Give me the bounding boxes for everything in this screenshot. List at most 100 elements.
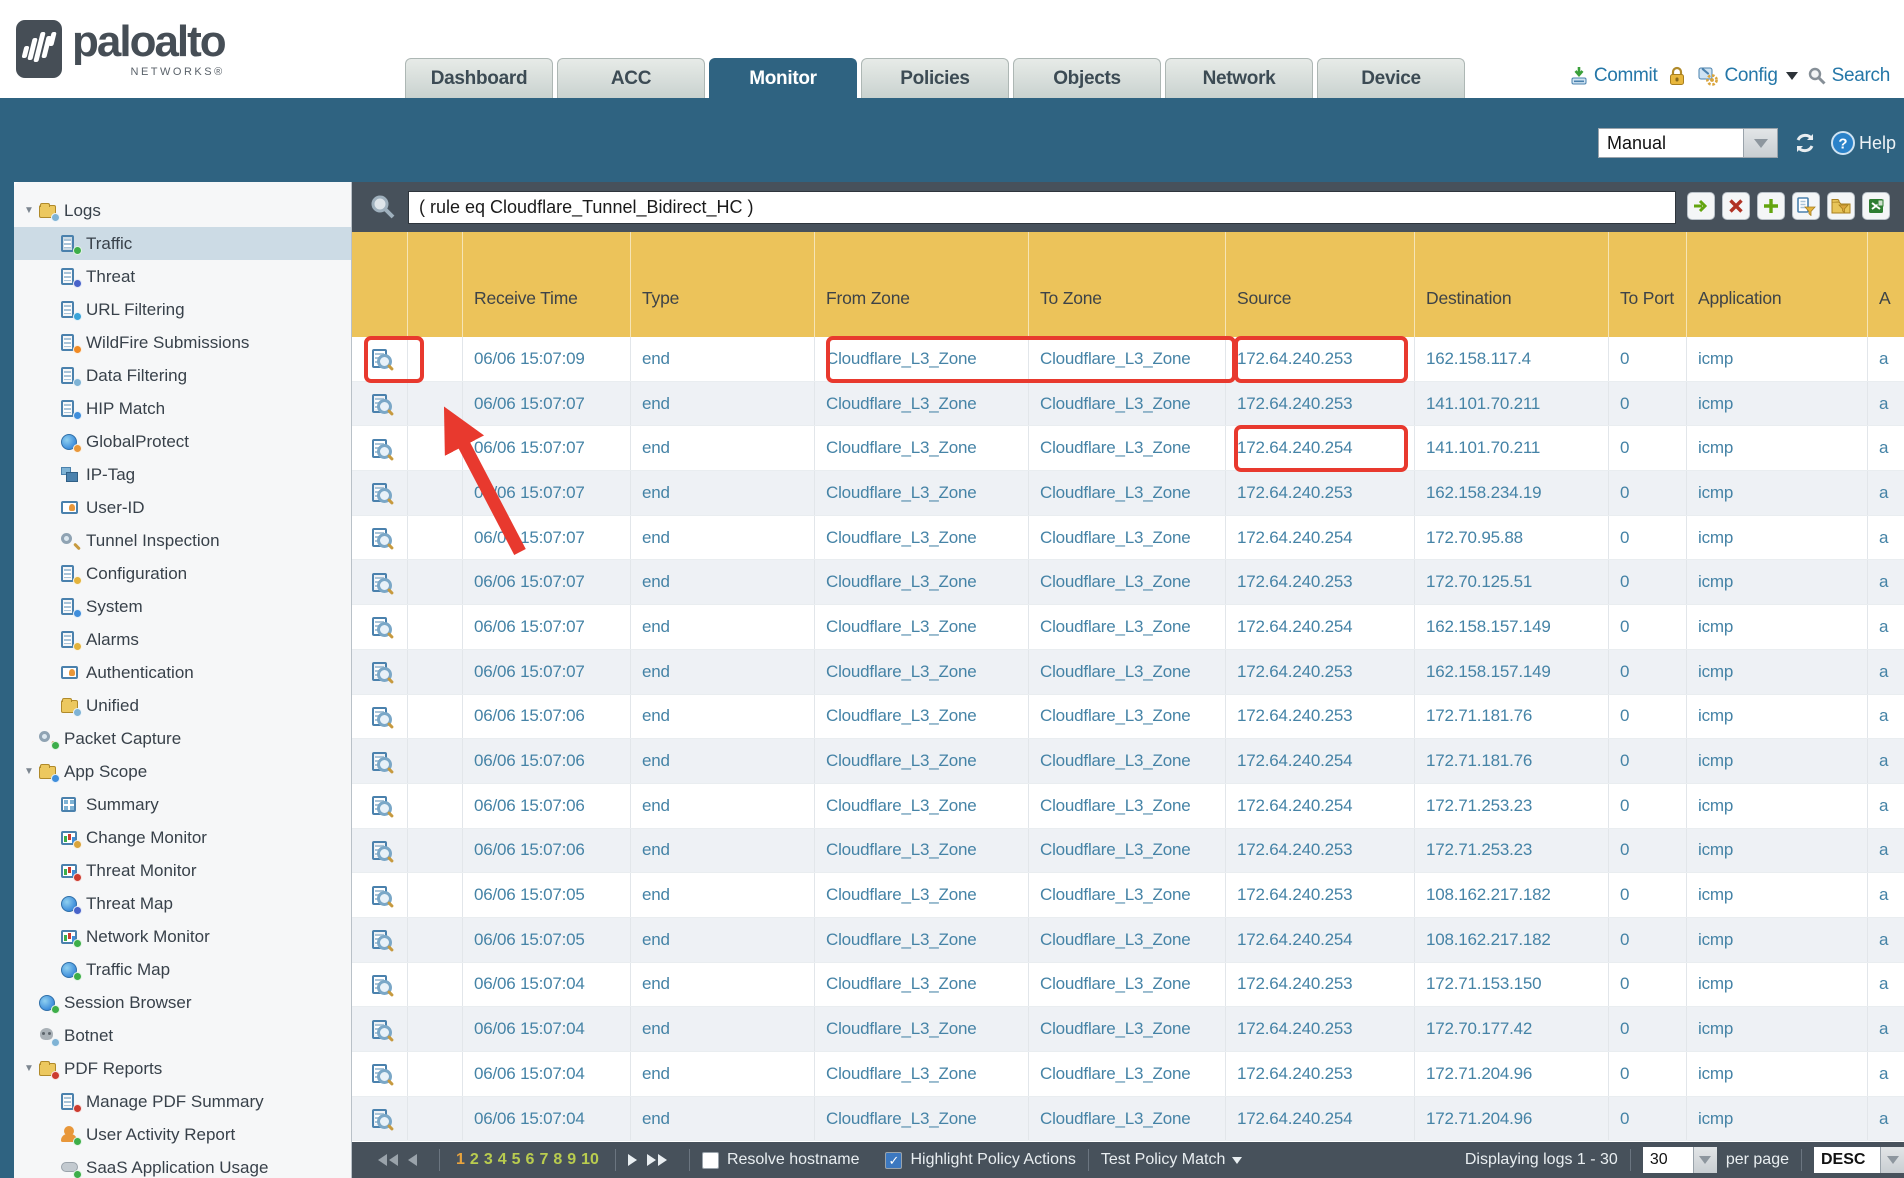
sort-order-select[interactable]: DESC [1814, 1147, 1880, 1173]
sidebar-item-packet-capture[interactable]: Packet Capture [14, 722, 351, 755]
cell-action[interactable]: a [1868, 516, 1904, 560]
cell-type[interactable]: end [631, 873, 815, 917]
cell-receive_time[interactable]: 06/06 15:07:05 [463, 873, 631, 917]
cell-receive_time[interactable]: 06/06 15:07:07 [463, 650, 631, 694]
log-detail-magnifier-icon[interactable] [372, 707, 387, 726]
cell-to_port[interactable]: 0 [1609, 1097, 1687, 1141]
cell-to_port[interactable]: 0 [1609, 829, 1687, 873]
page-1[interactable]: 1 [456, 1151, 465, 1169]
cell-destination[interactable]: 172.71.181.76 [1415, 739, 1609, 783]
cell-action[interactable]: a [1868, 650, 1904, 694]
cell-from_zone[interactable]: Cloudflare_L3_Zone [815, 560, 1029, 604]
cell-receive_time[interactable]: 06/06 15:07:06 [463, 829, 631, 873]
cell-from_zone[interactable]: Cloudflare_L3_Zone [815, 695, 1029, 739]
cell-to_zone[interactable]: Cloudflare_L3_Zone [1029, 337, 1226, 381]
log-detail-magnifier-icon[interactable] [372, 752, 387, 771]
cell-source[interactable]: 172.64.240.253 [1226, 695, 1415, 739]
cell-from_zone[interactable]: Cloudflare_L3_Zone [815, 605, 1029, 649]
search-button[interactable]: Search [1807, 65, 1890, 87]
cell-source[interactable]: 172.64.240.253 [1226, 1052, 1415, 1096]
cell-action[interactable]: a [1868, 963, 1904, 1007]
cell-type[interactable]: end [631, 337, 815, 381]
cell-to_port[interactable]: 0 [1609, 516, 1687, 560]
log-detail-magnifier-icon[interactable] [372, 1020, 387, 1039]
cell-application[interactable]: icmp [1687, 650, 1868, 694]
cell-destination[interactable]: 108.162.217.182 [1415, 873, 1609, 917]
sidebar-item-pdf-reports[interactable]: ▼PDF Reports [14, 1052, 351, 1085]
cell-from_zone[interactable]: Cloudflare_L3_Zone [815, 1052, 1029, 1096]
cell-to_zone[interactable]: Cloudflare_L3_Zone [1029, 516, 1226, 560]
tab-monitor[interactable]: Monitor [709, 58, 857, 98]
cell-type[interactable]: end [631, 382, 815, 426]
cell-receive_time[interactable]: 06/06 15:07:07 [463, 605, 631, 649]
cell-type[interactable]: end [631, 739, 815, 783]
tree-expand-icon[interactable]: ▼ [20, 766, 38, 777]
cell-from_zone[interactable]: Cloudflare_L3_Zone [815, 337, 1029, 381]
cell-to_port[interactable]: 0 [1609, 918, 1687, 962]
tree-expand-icon[interactable]: ▼ [20, 1063, 38, 1074]
cell-destination[interactable]: 172.71.181.76 [1415, 695, 1609, 739]
log-detail-magnifier-icon[interactable] [372, 617, 387, 636]
sidebar-item-logs[interactable]: ▼Logs [14, 194, 351, 227]
cell-receive_time[interactable]: 06/06 15:07:04 [463, 963, 631, 1007]
cell-receive_time[interactable]: 06/06 15:07:06 [463, 695, 631, 739]
cell-to_port[interactable]: 0 [1609, 1007, 1687, 1051]
cell-to_zone[interactable]: Cloudflare_L3_Zone [1029, 963, 1226, 1007]
log-row-17[interactable]: 06/06 15:07:04endCloudflare_L3_ZoneCloud… [352, 1052, 1904, 1097]
column-header-receive-time[interactable]: Receive Time [463, 232, 631, 337]
cell-destination[interactable]: 162.158.234.19 [1415, 471, 1609, 515]
cell-to_zone[interactable]: Cloudflare_L3_Zone [1029, 382, 1226, 426]
cell-receive_time[interactable]: 06/06 15:07:07 [463, 471, 631, 515]
cell-destination[interactable]: 162.158.157.149 [1415, 605, 1609, 649]
cell-action[interactable]: a [1868, 739, 1904, 783]
cell-source[interactable]: 172.64.240.253 [1226, 1007, 1415, 1051]
cell-receive_time[interactable]: 06/06 15:07:07 [463, 516, 631, 560]
sidebar-item-manage-pdf-summary[interactable]: Manage PDF Summary [14, 1085, 351, 1118]
sidebar-item-configuration[interactable]: Configuration [14, 557, 351, 590]
cell-to_zone[interactable]: Cloudflare_L3_Zone [1029, 426, 1226, 470]
cell-from_zone[interactable]: Cloudflare_L3_Zone [815, 471, 1029, 515]
cell-destination[interactable]: 162.158.157.149 [1415, 650, 1609, 694]
sidebar-item-threat-map[interactable]: Threat Map [14, 887, 351, 920]
lock-icon[interactable] [1666, 65, 1688, 87]
sidebar-item-unified[interactable]: Unified [14, 689, 351, 722]
cell-source[interactable]: 172.64.240.254 [1226, 784, 1415, 828]
clear-filter-icon[interactable] [1722, 192, 1750, 220]
cell-action[interactable]: a [1868, 471, 1904, 515]
log-row-5[interactable]: 06/06 15:07:07endCloudflare_L3_ZoneCloud… [352, 516, 1904, 561]
column-header-from-zone[interactable]: From Zone [815, 232, 1029, 337]
cell-from_zone[interactable]: Cloudflare_L3_Zone [815, 918, 1029, 962]
cell-receive_time[interactable]: 06/06 15:07:04 [463, 1007, 631, 1051]
cell-source[interactable]: 172.64.240.253 [1226, 829, 1415, 873]
tree-expand-icon[interactable]: ▼ [20, 205, 38, 216]
cell-to_port[interactable]: 0 [1609, 695, 1687, 739]
log-row-6[interactable]: 06/06 15:07:07endCloudflare_L3_ZoneCloud… [352, 560, 1904, 605]
cell-to_zone[interactable]: Cloudflare_L3_Zone [1029, 1052, 1226, 1096]
cell-source[interactable]: 172.64.240.253 [1226, 560, 1415, 604]
help-icon[interactable]: ? [1830, 130, 1856, 156]
next-page-button[interactable] [628, 1154, 637, 1166]
cell-receive_time[interactable]: 06/06 15:07:04 [463, 1097, 631, 1141]
cell-action[interactable]: a [1868, 784, 1904, 828]
cell-destination[interactable]: 172.70.95.88 [1415, 516, 1609, 560]
tab-device[interactable]: Device [1317, 58, 1465, 98]
log-detail-magnifier-icon[interactable] [372, 930, 387, 949]
cell-to_port[interactable]: 0 [1609, 471, 1687, 515]
cell-type[interactable]: end [631, 605, 815, 649]
commit-button[interactable]: Commit [1569, 65, 1658, 87]
cell-action[interactable]: a [1868, 605, 1904, 649]
log-row-11[interactable]: 06/06 15:07:06endCloudflare_L3_ZoneCloud… [352, 784, 1904, 829]
column-header-source[interactable]: Source [1226, 232, 1415, 337]
cell-source[interactable]: 172.64.240.254 [1226, 516, 1415, 560]
cell-source[interactable]: 172.64.240.254 [1226, 918, 1415, 962]
last-page-button[interactable] [647, 1154, 667, 1166]
cell-to_port[interactable]: 0 [1609, 963, 1687, 1007]
cell-application[interactable]: icmp [1687, 1052, 1868, 1096]
cell-to_zone[interactable]: Cloudflare_L3_Zone [1029, 873, 1226, 917]
log-filter-input[interactable] [408, 191, 1676, 224]
cell-type[interactable]: end [631, 784, 815, 828]
cell-action[interactable]: a [1868, 1097, 1904, 1141]
test-policy-match-button[interactable]: Test Policy Match [1101, 1151, 1242, 1169]
cell-type[interactable]: end [631, 1097, 815, 1141]
log-row-14[interactable]: 06/06 15:07:05endCloudflare_L3_ZoneCloud… [352, 918, 1904, 963]
